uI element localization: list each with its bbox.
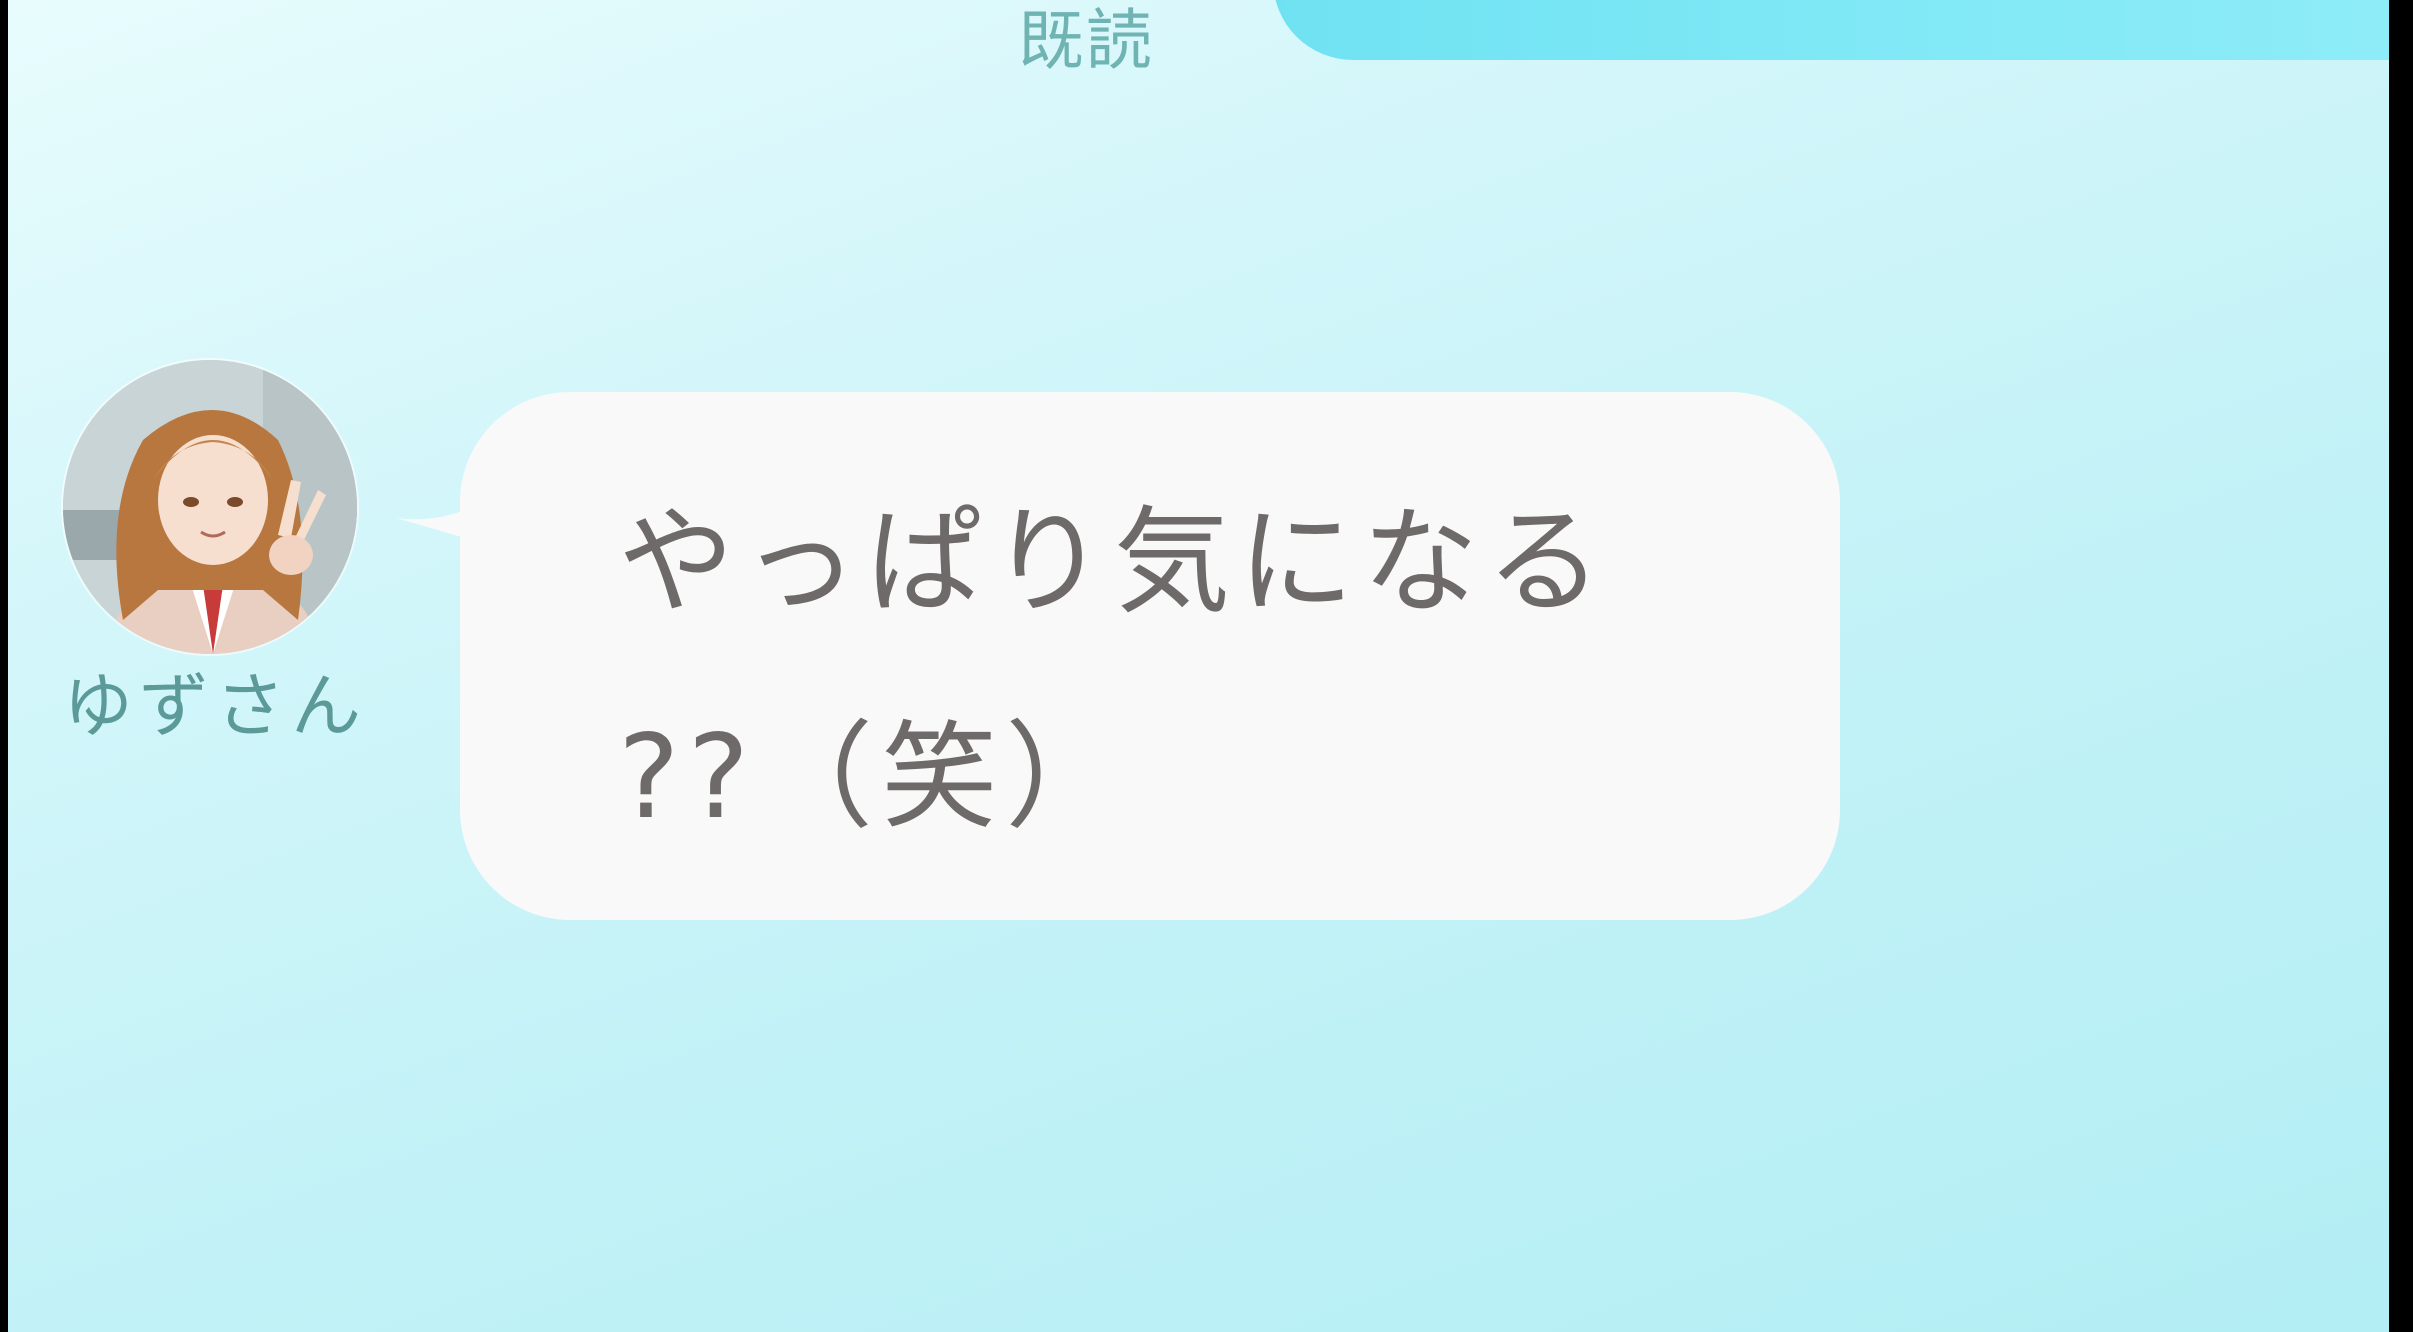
chat-area[interactable]: 既読 ゆずさん やっぱり気になる ??（笑） bbox=[8, 0, 2389, 1332]
screen: 既読 ゆずさん やっぱり気になる ??（笑） bbox=[0, 0, 2413, 1332]
sender-name: ゆずさん bbox=[63, 665, 367, 747]
avatar-icon bbox=[63, 360, 357, 654]
message-line: ??（笑） bbox=[618, 710, 1130, 845]
sender-avatar[interactable] bbox=[63, 360, 357, 654]
sent-message-bubble[interactable] bbox=[1273, 0, 2389, 60]
incoming-message-text: やっぱり気になる ??（笑） bbox=[618, 455, 1768, 885]
read-receipt: 既読 bbox=[1018, 2, 1154, 79]
message-line: やっぱり気になる bbox=[618, 495, 1610, 630]
